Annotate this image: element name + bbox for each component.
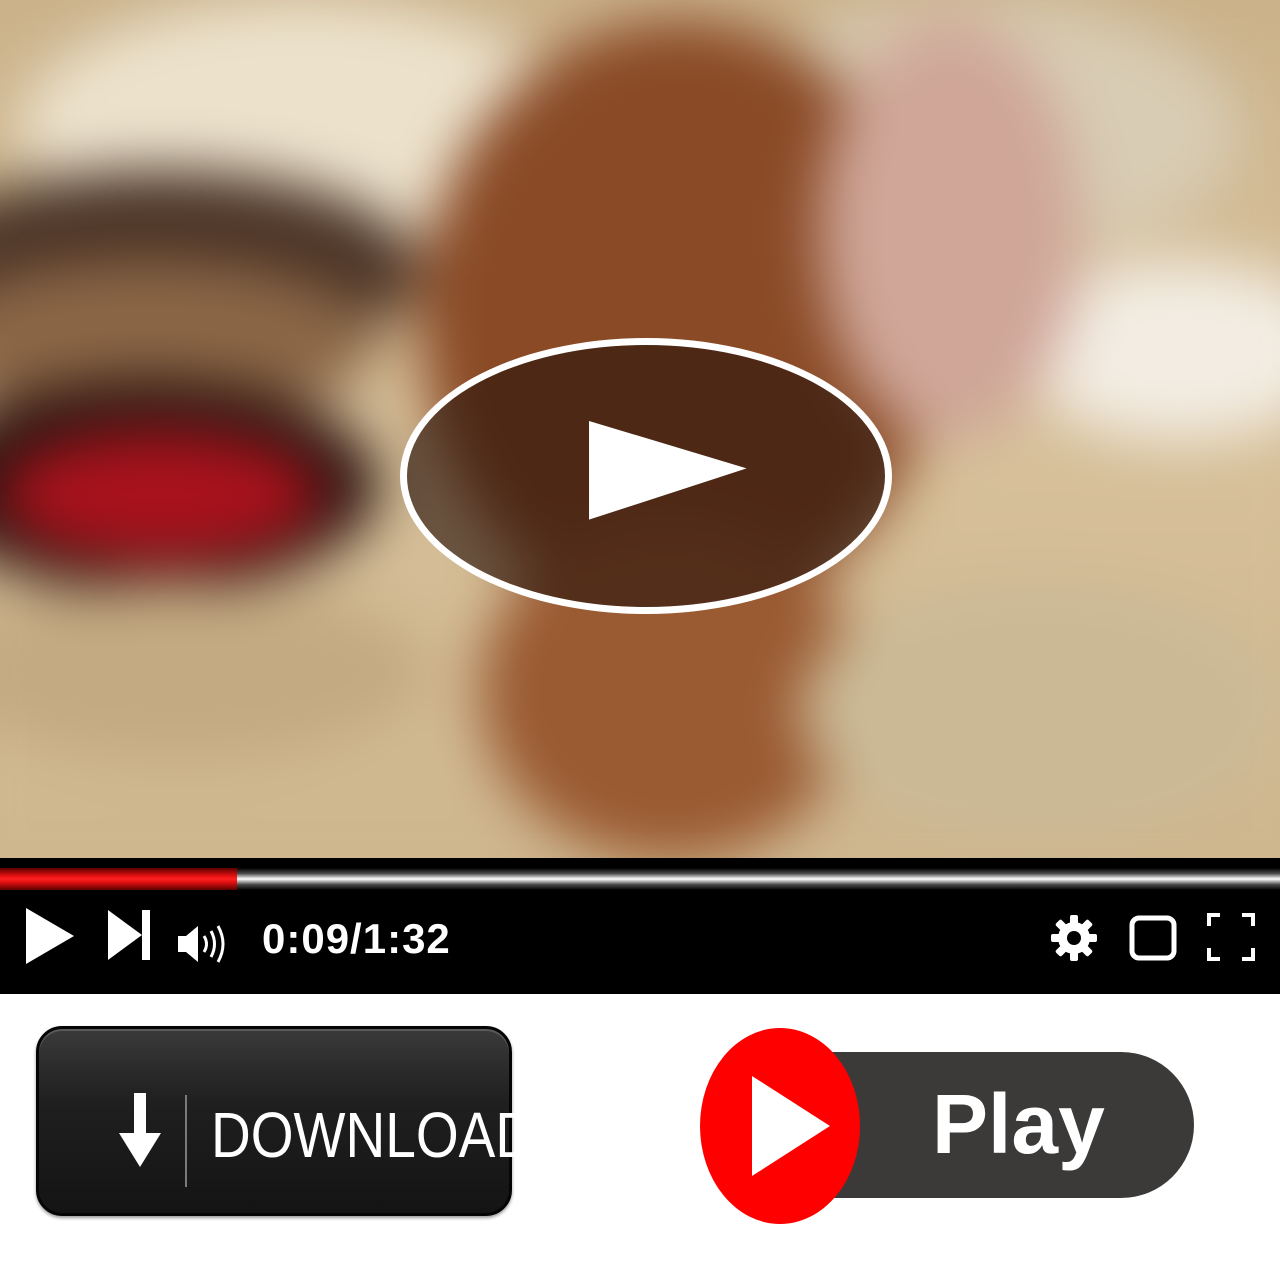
play-button[interactable] bbox=[24, 906, 76, 966]
square-icon bbox=[1129, 915, 1177, 961]
download-button[interactable]: DOWNLOAD bbox=[36, 1026, 535, 1216]
gear-icon bbox=[1051, 915, 1097, 961]
fullscreen-button[interactable] bbox=[1206, 912, 1256, 962]
volume-button[interactable] bbox=[176, 922, 232, 966]
play-icon bbox=[26, 908, 74, 964]
big-play-button[interactable] bbox=[400, 338, 892, 614]
settings-button[interactable] bbox=[1050, 914, 1098, 962]
download-label: DOWNLOAD bbox=[211, 1099, 536, 1171]
arrow-down-icon bbox=[119, 1093, 161, 1167]
video-frame[interactable] bbox=[0, 0, 1280, 858]
play-triangle-icon bbox=[752, 1076, 830, 1176]
play-label: Play bbox=[932, 1077, 1105, 1171]
download-divider bbox=[185, 1095, 187, 1187]
progress-played bbox=[0, 868, 237, 890]
play-circle-button[interactable] bbox=[700, 1028, 860, 1224]
next-button[interactable] bbox=[106, 908, 152, 962]
skip-next-icon bbox=[108, 910, 150, 960]
progress-bar[interactable] bbox=[0, 868, 1280, 890]
player-controls: 0:09/1:32 bbox=[0, 858, 1280, 994]
miniplayer-button[interactable] bbox=[1128, 914, 1178, 962]
volume-icon bbox=[178, 925, 225, 963]
fullscreen-icon bbox=[1207, 913, 1255, 961]
time-display: 0:09/1:32 bbox=[262, 915, 451, 962]
play-triangle-icon bbox=[589, 420, 747, 520]
